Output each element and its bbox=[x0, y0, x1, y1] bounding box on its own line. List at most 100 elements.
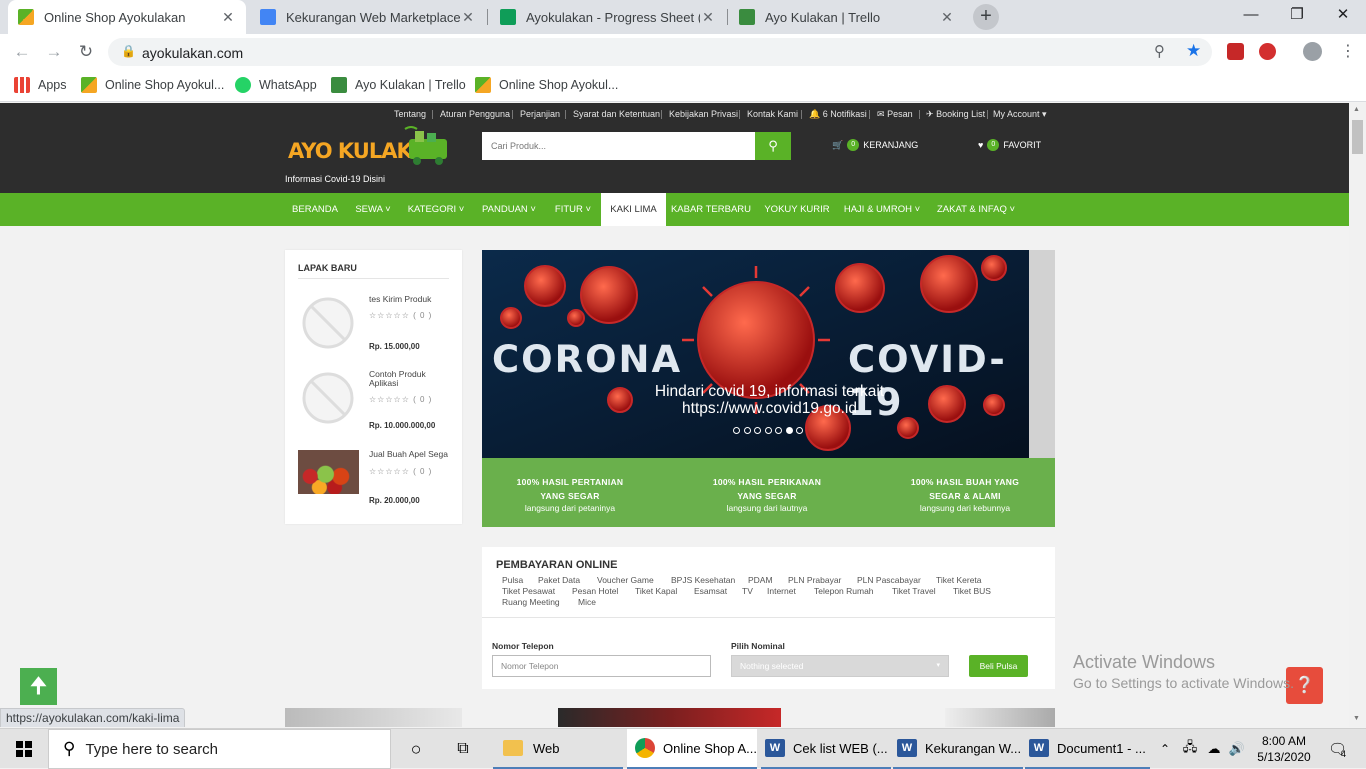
service-pulsa[interactable]: Pulsa bbox=[502, 575, 523, 585]
scroll-down-icon[interactable]: ▼ bbox=[1353, 715, 1360, 722]
service-tiket-bus[interactable]: Tiket BUS bbox=[953, 586, 991, 596]
phone-input[interactable]: Nomor Telepon bbox=[492, 655, 711, 677]
taskbar-app-word-3[interactable]: W Document1 - ... bbox=[1025, 729, 1150, 769]
carousel-dot[interactable] bbox=[775, 427, 782, 434]
taskbar-app-explorer[interactable]: Web bbox=[493, 729, 623, 769]
link-perjanjian[interactable]: Perjanjian bbox=[520, 109, 560, 119]
nav-yokuy-kurir[interactable]: YOKUY KURIR bbox=[761, 193, 833, 226]
back-button[interactable]: ← bbox=[12, 42, 32, 62]
service-paket-data[interactable]: Paket Data bbox=[538, 575, 580, 585]
window-close-button[interactable]: ✕ bbox=[1320, 0, 1366, 30]
taskbar-search-box[interactable]: ⚲ Type here to search bbox=[48, 729, 391, 769]
cortana-icon[interactable]: ○ bbox=[396, 729, 436, 769]
onedrive-icon[interactable]: ☁ bbox=[1204, 729, 1224, 769]
reload-button[interactable]: ↻ bbox=[76, 42, 96, 62]
bookmark-trello[interactable]: Ayo Kulakan | Trello bbox=[331, 77, 466, 93]
extension-icon[interactable] bbox=[1227, 43, 1244, 60]
product-name[interactable]: Contoh Produk Aplikasi bbox=[369, 370, 451, 388]
carousel-dot[interactable] bbox=[743, 427, 751, 434]
task-view-icon[interactable]: ⧉ bbox=[443, 729, 483, 769]
bookmark-whatsapp[interactable]: WhatsApp bbox=[235, 77, 317, 93]
nav-sewa[interactable]: SEWA ˅ bbox=[349, 193, 397, 226]
link-booking-list[interactable]: ✈ Booking List bbox=[926, 109, 985, 120]
product-name[interactable]: Jual Buah Apel Sega bbox=[369, 450, 451, 459]
service-tiket-kapal[interactable]: Tiket Kapal bbox=[635, 586, 677, 596]
service-internet[interactable]: Internet bbox=[767, 586, 796, 596]
lapak-item[interactable]: Jual Buah Apel Sega ☆☆☆☆☆ ( 0 ) Rp. 20.0… bbox=[298, 450, 449, 522]
tab-google-sheets[interactable]: Ayokulakan - Progress Sheet (Yu ✕ bbox=[490, 0, 726, 34]
site-logo[interactable]: AYO KULAKAN bbox=[287, 125, 453, 169]
start-button[interactable] bbox=[0, 729, 48, 769]
nav-fitur[interactable]: FITUR ˅ bbox=[549, 193, 597, 226]
zoom-icon[interactable]: ⚲ bbox=[1154, 42, 1165, 60]
service-tv[interactable]: TV bbox=[742, 586, 753, 596]
service-voucher-game[interactable]: Voucher Game bbox=[597, 575, 654, 585]
service-esamsat[interactable]: Esamsat bbox=[694, 586, 727, 596]
nav-haji-umroh[interactable]: HAJI & UMROH ˅ bbox=[840, 193, 924, 226]
restore-button[interactable]: ❐ bbox=[1274, 0, 1320, 30]
close-icon[interactable]: ✕ bbox=[220, 9, 236, 26]
bookmark-online-shop[interactable]: Online Shop Ayokul... bbox=[81, 77, 224, 93]
product-name[interactable]: tes Kirim Produk bbox=[369, 295, 451, 304]
carousel-dot[interactable] bbox=[754, 427, 761, 434]
lapak-item[interactable]: tes Kirim Produk ☆☆☆☆☆ ( 0 ) Rp. 15.000,… bbox=[298, 295, 449, 367]
service-tiket-pesawat[interactable]: Tiket Pesawat bbox=[502, 586, 555, 596]
link-pesan[interactable]: ✉ Pesan bbox=[877, 109, 913, 120]
volume-icon[interactable]: 🔊 bbox=[1227, 729, 1247, 769]
taskbar-app-word-2[interactable]: W Kekurangan W... bbox=[893, 729, 1023, 769]
tray-chevron-up-icon[interactable]: ⌃ bbox=[1155, 729, 1175, 769]
search-button[interactable]: ⚲ bbox=[755, 132, 791, 160]
taskbar-app-chrome[interactable]: Online Shop A... bbox=[627, 729, 757, 769]
service-tiket-kereta[interactable]: Tiket Kereta bbox=[936, 575, 982, 585]
clock[interactable]: 8:00 AM 5/13/2020 bbox=[1252, 729, 1316, 769]
link-syarat[interactable]: Syarat dan Ketentuan bbox=[573, 109, 660, 119]
bookmark-star-icon[interactable]: ★ bbox=[1186, 41, 1201, 61]
link-tentang[interactable]: Tentang bbox=[394, 109, 426, 119]
nav-kaki-lima[interactable]: KAKI LIMA bbox=[601, 193, 666, 226]
carousel-indicators[interactable] bbox=[733, 427, 807, 434]
link-kebijakan-privasi[interactable]: Kebijakan Privasi bbox=[669, 109, 738, 119]
service-telepon-rumah[interactable]: Telepon Rumah bbox=[814, 586, 874, 596]
hero-carousel[interactable]: CORONA COVID-19 Hindari covid 19, inform… bbox=[482, 250, 1029, 458]
tab-google-docs[interactable]: Kekurangan Web Marketplace A ✕ bbox=[250, 0, 486, 34]
new-tab-button[interactable]: + bbox=[973, 4, 999, 30]
service-pesan-hotel[interactable]: Pesan Hotel bbox=[572, 586, 618, 596]
search-input[interactable]: Cari Produk... bbox=[482, 132, 755, 160]
nav-beranda[interactable]: BERANDA bbox=[285, 193, 345, 226]
forward-button[interactable]: → bbox=[44, 42, 64, 62]
link-notifikasi[interactable]: 🔔 6 Notifikasi bbox=[809, 109, 867, 120]
nav-kategori[interactable]: KATEGORI ˅ bbox=[404, 193, 468, 226]
service-bpjs[interactable]: BPJS Kesehatan bbox=[671, 575, 735, 585]
link-aturan-pengguna[interactable]: Aturan Pengguna bbox=[440, 109, 510, 119]
menu-dots-icon[interactable]: ⋮ bbox=[1340, 41, 1356, 61]
carousel-dot[interactable] bbox=[796, 427, 803, 434]
link-kontak-kami[interactable]: Kontak Kami bbox=[747, 109, 798, 119]
service-tiket-travel[interactable]: Tiket Travel bbox=[892, 586, 936, 596]
service-pdam[interactable]: PDAM bbox=[748, 575, 773, 585]
profile-avatar-icon[interactable] bbox=[1303, 42, 1322, 61]
taskbar-app-word-1[interactable]: W Cek list WEB (... bbox=[761, 729, 891, 769]
beli-pulsa-button[interactable]: Beli Pulsa bbox=[969, 655, 1028, 677]
scrollbar-thumb[interactable] bbox=[1352, 120, 1363, 154]
scroll-up-icon[interactable]: ▲ bbox=[1353, 106, 1360, 113]
tab-online-shop[interactable]: Online Shop Ayokulakan ✕ bbox=[8, 0, 246, 34]
nominal-select[interactable]: Nothing selected ▾ bbox=[731, 655, 949, 677]
tab-trello[interactable]: Ayo Kulakan | Trello ✕ bbox=[729, 0, 965, 34]
bookmark-online-shop-2[interactable]: Online Shop Ayokul... bbox=[475, 77, 618, 93]
minimize-button[interactable]: — bbox=[1228, 0, 1274, 30]
scroll-to-top-button[interactable]: 🠉 bbox=[20, 668, 57, 705]
service-ruang-meeting[interactable]: Ruang Meeting bbox=[502, 597, 560, 607]
nav-panduan[interactable]: PANDUAN ˅ bbox=[477, 193, 541, 226]
bookmark-apps[interactable]: Apps bbox=[14, 77, 67, 93]
close-icon[interactable]: ✕ bbox=[460, 9, 476, 26]
network-icon[interactable]: 🖧 bbox=[1180, 729, 1200, 769]
favorite-button[interactable]: ♥ 0 FAVORIT bbox=[978, 139, 1041, 151]
covid-info-link[interactable]: Informasi Covid-19 Disini bbox=[285, 174, 385, 184]
nav-zakat-infaq[interactable]: ZAKAT & INFAQ ˅ bbox=[934, 193, 1018, 226]
service-mice[interactable]: Mice bbox=[578, 597, 596, 607]
close-icon[interactable]: ✕ bbox=[700, 9, 716, 26]
lapak-item[interactable]: Contoh Produk Aplikasi ☆☆☆☆☆ ( 0 ) Rp. 1… bbox=[298, 370, 449, 442]
carousel-dot[interactable] bbox=[764, 427, 772, 434]
service-pln-pascabayar[interactable]: PLN Pascabayar bbox=[857, 575, 921, 585]
link-my-account[interactable]: My Account ▾ bbox=[993, 109, 1047, 120]
